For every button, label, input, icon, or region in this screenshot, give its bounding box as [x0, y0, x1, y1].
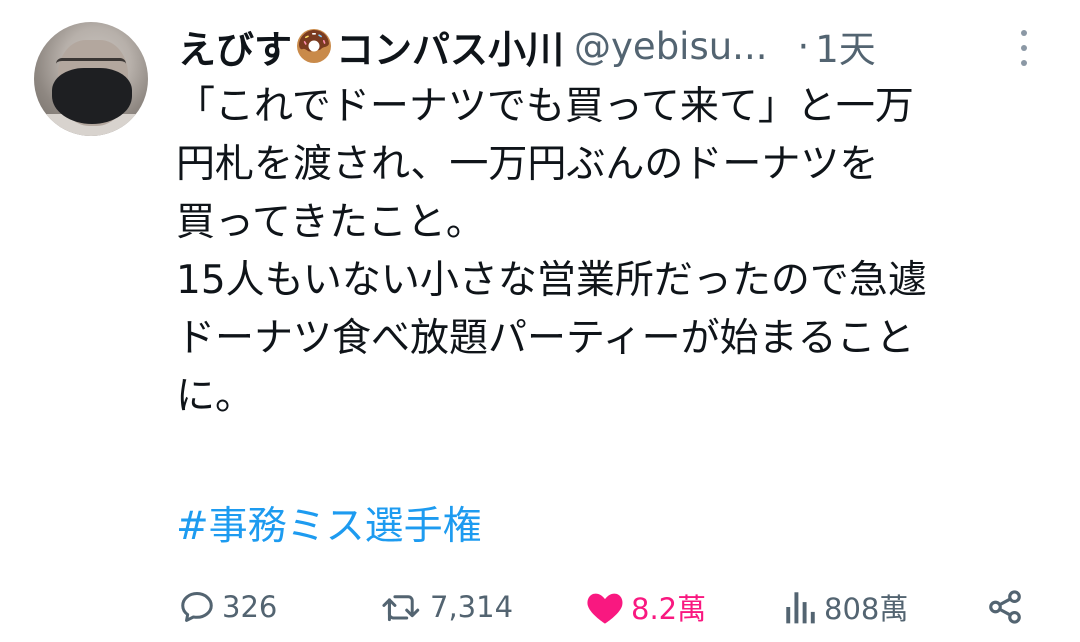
avatar-mask: [52, 68, 132, 124]
heart-icon: [587, 593, 623, 624]
author-name-suffix: コンパス小川: [336, 27, 565, 72]
retweet-count: 7,314: [430, 590, 514, 624]
hashtag-link[interactable]: #事務ミス選手権: [176, 498, 482, 556]
author-name[interactable]: えびす コンパス小川: [178, 19, 564, 74]
share-icon: [989, 590, 1021, 624]
reply-count: 326: [222, 590, 278, 624]
tweet-line: 15人もいない小さな営業所だったので急遽: [176, 258, 927, 303]
tweet-line: 円札を渡され、一万円ぶんのドーナツを: [176, 142, 879, 187]
more-dot: [1021, 60, 1027, 66]
like-count: 8.2萬: [631, 592, 707, 626]
tweet-line: 買ってきたこと。: [176, 200, 485, 245]
share-button[interactable]: [986, 580, 1024, 634]
avatar[interactable]: [34, 22, 148, 136]
tweet-text: 「これでドーナツでも買って来て」と一万 円札を渡され、一万円ぶんのドーナツを 買…: [176, 78, 1036, 426]
retweet-button[interactable]: 7,314: [380, 580, 513, 634]
tweet-line: 「これでドーナツでも買って来て」と一万: [176, 84, 914, 129]
tweet-line: に。: [176, 374, 255, 419]
author-handle[interactable]: @yebisu...: [574, 25, 767, 68]
timestamp[interactable]: 1天: [815, 19, 876, 73]
reply-icon: [181, 592, 213, 622]
tweet-card: えびす コンパス小川 @yebisu... · 1天 「これでドーナツでも買って…: [0, 0, 1080, 642]
retweet-icon: [382, 595, 420, 622]
views-button[interactable]: 808萬: [784, 580, 908, 634]
more-options-icon[interactable]: [1014, 30, 1034, 66]
like-button[interactable]: 8.2萬: [585, 580, 706, 634]
tweet-header: えびす コンパス小川 @yebisu... · 1天: [178, 18, 876, 74]
tweet-line: ドーナツ食べ放題パーティーが始まること: [176, 316, 915, 361]
reply-button[interactable]: 326: [178, 580, 277, 634]
more-dot: [1021, 30, 1027, 36]
separator-dot: ·: [797, 24, 810, 68]
view-count: 808萬: [824, 592, 909, 626]
author-name-prefix: えびす: [178, 27, 293, 72]
more-dot: [1021, 45, 1027, 51]
donut-emoji-icon: [297, 29, 332, 63]
action-bar: 326 7,314 8.2萬 808萬: [0, 580, 1080, 634]
views-icon: [786, 592, 815, 624]
